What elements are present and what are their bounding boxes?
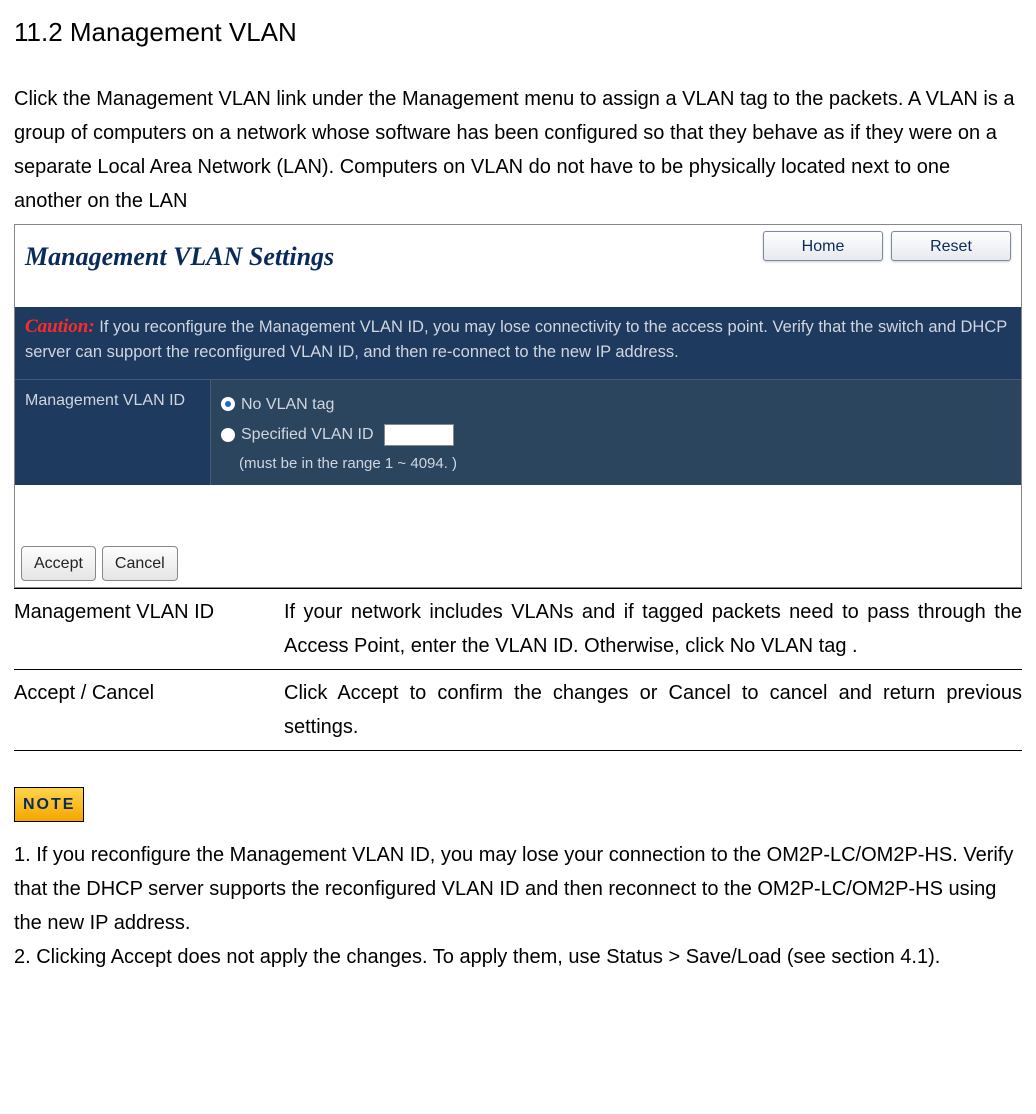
radio-no-vlan-label: No VLAN tag — [241, 391, 334, 418]
vlan-id-input[interactable] — [384, 424, 454, 446]
screenshot-header: Management VLAN Settings Home Reset — [15, 225, 1021, 307]
row-key: Accept / Cancel — [14, 676, 284, 744]
note-item-1: 1. If you reconfigure the Management VLA… — [14, 838, 1022, 940]
section-heading: 11.2 Management VLAN — [14, 10, 1022, 54]
reset-button[interactable]: Reset — [891, 231, 1011, 261]
form-action-buttons: Accept Cancel — [15, 540, 1021, 587]
screenshot-spacer — [15, 485, 1021, 540]
row-value: Click Accept to confirm the changes or C… — [284, 676, 1022, 744]
note-badge-label: NOTE — [15, 788, 83, 821]
caution-label: Caution: — [25, 316, 95, 337]
note-item-2: 2. Clicking Accept does not apply the ch… — [14, 940, 1022, 974]
header-buttons: Home Reset — [763, 231, 1011, 261]
vlan-field-label: Management VLAN ID — [15, 379, 210, 485]
vlan-range-hint: (must be in the range 1 ~ 4094. ) — [239, 451, 1011, 477]
caution-text: If you reconfigure the Management VLAN I… — [25, 318, 1007, 361]
vlan-field-inputs: No VLAN tag Specified VLAN ID (must be i… — [210, 379, 1021, 485]
panel-title: Management VLAN Settings — [25, 231, 334, 279]
table-row: Accept / Cancel Click Accept to confirm … — [14, 670, 1022, 750]
intro-paragraph: Click the Management VLAN link under the… — [14, 82, 1022, 218]
row-key: Management VLAN ID — [14, 595, 284, 663]
cancel-button[interactable]: Cancel — [102, 546, 178, 581]
radio-icon — [221, 397, 235, 411]
row-value: If your network includes VLANs and if ta… — [284, 595, 1022, 663]
radio-specified-label: Specified VLAN ID — [241, 421, 374, 448]
radio-no-vlan[interactable]: No VLAN tag — [221, 391, 1011, 418]
settings-screenshot: Management VLAN Settings Home Reset Caut… — [14, 224, 1022, 588]
accept-button[interactable]: Accept — [21, 546, 96, 581]
radio-icon — [221, 428, 235, 442]
radio-specified-vlan[interactable]: Specified VLAN ID — [221, 421, 1011, 448]
table-row: Management VLAN ID If your network inclu… — [14, 589, 1022, 670]
home-button[interactable]: Home — [763, 231, 883, 261]
caution-block: Caution: If you reconfigure the Manageme… — [15, 307, 1021, 378]
note-badge: NOTE — [14, 787, 84, 822]
vlan-form-row: Management VLAN ID No VLAN tag Specified… — [15, 379, 1021, 485]
description-table: Management VLAN ID If your network inclu… — [14, 588, 1022, 751]
